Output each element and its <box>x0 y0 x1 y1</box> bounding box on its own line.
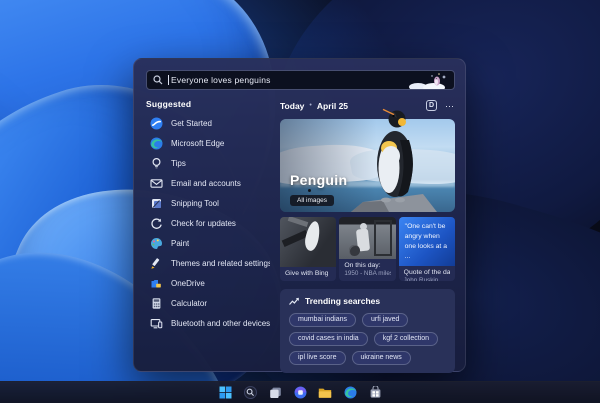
suggested-item-microsoft-edge[interactable]: Microsoft Edge <box>146 133 270 153</box>
attribution-dot <box>308 189 311 192</box>
taskbar <box>0 381 600 403</box>
today-section: Today • April 25 D ⋯ Penguin All images … <box>280 99 455 373</box>
suggested-item-paint[interactable]: Paint <box>146 233 270 253</box>
suggested-item-label: Bluetooth and other devices sett... <box>171 318 270 328</box>
search-orb-icon <box>243 386 257 399</box>
windows-logo-icon <box>219 386 231 399</box>
suggested-item-onedrive[interactable]: OneDrive <box>146 273 270 293</box>
suggested-item-label: Email and accounts <box>171 178 241 188</box>
give-with-bing-image <box>280 217 337 267</box>
search-query-text: Everyone loves penguins <box>171 75 271 85</box>
suggested-item-calculator[interactable]: Calculator <box>146 293 270 313</box>
suggested-title: Suggested <box>146 99 192 109</box>
snipping-tool-icon <box>150 197 163 210</box>
search-input[interactable]: Everyone loves penguins <box>146 70 455 90</box>
suggested-item-label: OneDrive <box>171 278 205 288</box>
quote-text: "One can't be angry when one looks at a … <box>404 223 447 260</box>
daily-cards-row: Give with Bing On this day: 1950 - NBA m… <box>280 217 455 281</box>
edge-icon <box>344 386 356 399</box>
widgets-icon <box>294 386 306 399</box>
trending-header: Trending searches <box>289 296 446 306</box>
widgets-button[interactable] <box>293 385 308 400</box>
suggested-item-label: Tips <box>171 158 186 168</box>
more-options-button[interactable]: ⋯ <box>445 101 455 110</box>
suggested-item-email-accounts[interactable]: Email and accounts <box>146 173 270 193</box>
get-started-icon <box>150 117 163 130</box>
on-this-day-card[interactable]: On this day: 1950 - NBA miles... <box>339 217 396 281</box>
suggested-item-snipping-tool[interactable]: Snipping Tool <box>146 193 270 213</box>
card-caption: On this day: <box>344 262 381 269</box>
search-panel: Everyone loves penguins Suggested Get St… <box>133 58 466 373</box>
desktop: Everyone loves penguins Suggested Get St… <box>0 0 600 403</box>
task-view-button[interactable] <box>268 385 283 400</box>
suggested-item-label: Get Started <box>171 118 212 128</box>
trending-pill[interactable]: mumbai indians <box>289 313 357 327</box>
bing-daily-badge[interactable]: D <box>426 100 437 111</box>
suggested-item-label: Microsoft Edge <box>171 138 225 148</box>
microsoft-store-button[interactable] <box>368 385 383 400</box>
card-caption: Give with Bing <box>285 270 329 277</box>
panel-columns: Suggested Get Started Microsoft Edge Tip… <box>146 99 455 373</box>
suggested-item-themes[interactable]: Themes and related settings <box>146 253 270 273</box>
give-with-bing-card[interactable]: Give with Bing <box>280 217 337 281</box>
calculator-icon <box>150 297 163 310</box>
trending-pill[interactable]: ukraine news <box>351 351 411 365</box>
suggested-item-label: Calculator <box>171 298 208 308</box>
photo-shape <box>349 245 361 256</box>
search-icon <box>153 75 163 85</box>
photo-shape <box>287 217 309 227</box>
pencil-icon <box>150 257 163 270</box>
envelope-icon <box>150 177 163 190</box>
photo-shape <box>373 220 392 256</box>
lightbulb-icon <box>150 157 163 170</box>
suggested-item-label: Paint <box>171 238 190 248</box>
trending-pill[interactable]: kgf 2 collection <box>373 332 439 346</box>
suggested-item-get-started[interactable]: Get Started <box>146 113 270 133</box>
card-subcaption: 1950 - NBA miles... <box>344 270 390 277</box>
edge-taskbar-button[interactable] <box>343 385 358 400</box>
on-this-day-image <box>339 217 396 259</box>
refresh-icon <box>150 217 163 230</box>
text-caret <box>168 75 169 85</box>
trending-title: Trending searches <box>305 296 381 306</box>
trending-icon <box>289 297 299 305</box>
onedrive-icon <box>150 277 163 290</box>
card-subcaption: John Ruskin <box>403 277 439 281</box>
file-explorer-button[interactable] <box>318 385 333 400</box>
taskbar-search-button[interactable] <box>243 385 258 400</box>
all-images-button[interactable]: All images <box>290 195 334 206</box>
devices-icon <box>150 317 163 330</box>
today-header: Today • April 25 D ⋯ <box>280 99 455 112</box>
suggested-section: Suggested Get Started Microsoft Edge Tip… <box>146 99 270 373</box>
card-caption: Quote of the day: <box>403 269 450 277</box>
trending-searches-card: Trending searches mumbai indians urfi ja… <box>280 289 455 373</box>
penguin-doodle-illustration <box>409 73 446 89</box>
suggested-item-label: Snipping Tool <box>171 198 219 208</box>
suggested-item-bluetooth-devices[interactable]: Bluetooth and other devices sett... <box>146 313 270 333</box>
suggested-item-tips[interactable]: Tips <box>146 153 270 173</box>
quote-of-the-day-card[interactable]: "One can't be angry when one looks at a … <box>398 217 455 281</box>
trending-pill-list: mumbai indians urfi javed covid cases in… <box>289 313 446 365</box>
trending-pill[interactable]: covid cases in india <box>289 332 368 346</box>
trending-pill[interactable]: urfi javed <box>362 313 409 327</box>
hero-image-card[interactable]: Penguin All images <box>280 108 455 212</box>
trending-pill[interactable]: ipl live score <box>289 351 346 365</box>
store-bag-icon <box>370 386 380 398</box>
task-view-icon <box>269 387 281 398</box>
today-label: Today <box>280 100 305 111</box>
quote-panel: "One can't be angry when one looks at a … <box>398 217 455 267</box>
today-separator: • <box>309 102 312 109</box>
edge-icon <box>150 137 163 150</box>
paint-palette-icon <box>150 237 163 250</box>
start-button[interactable] <box>218 385 233 400</box>
today-date: April 25 <box>316 100 349 111</box>
suggested-item-label: Themes and related settings <box>171 258 270 268</box>
hero-title: Penguin <box>290 172 348 188</box>
folder-icon <box>318 388 332 398</box>
suggested-item-label: Check for updates <box>171 218 236 228</box>
suggested-item-check-updates[interactable]: Check for updates <box>146 213 270 233</box>
suggested-list: Get Started Microsoft Edge Tips Email an… <box>146 113 270 333</box>
